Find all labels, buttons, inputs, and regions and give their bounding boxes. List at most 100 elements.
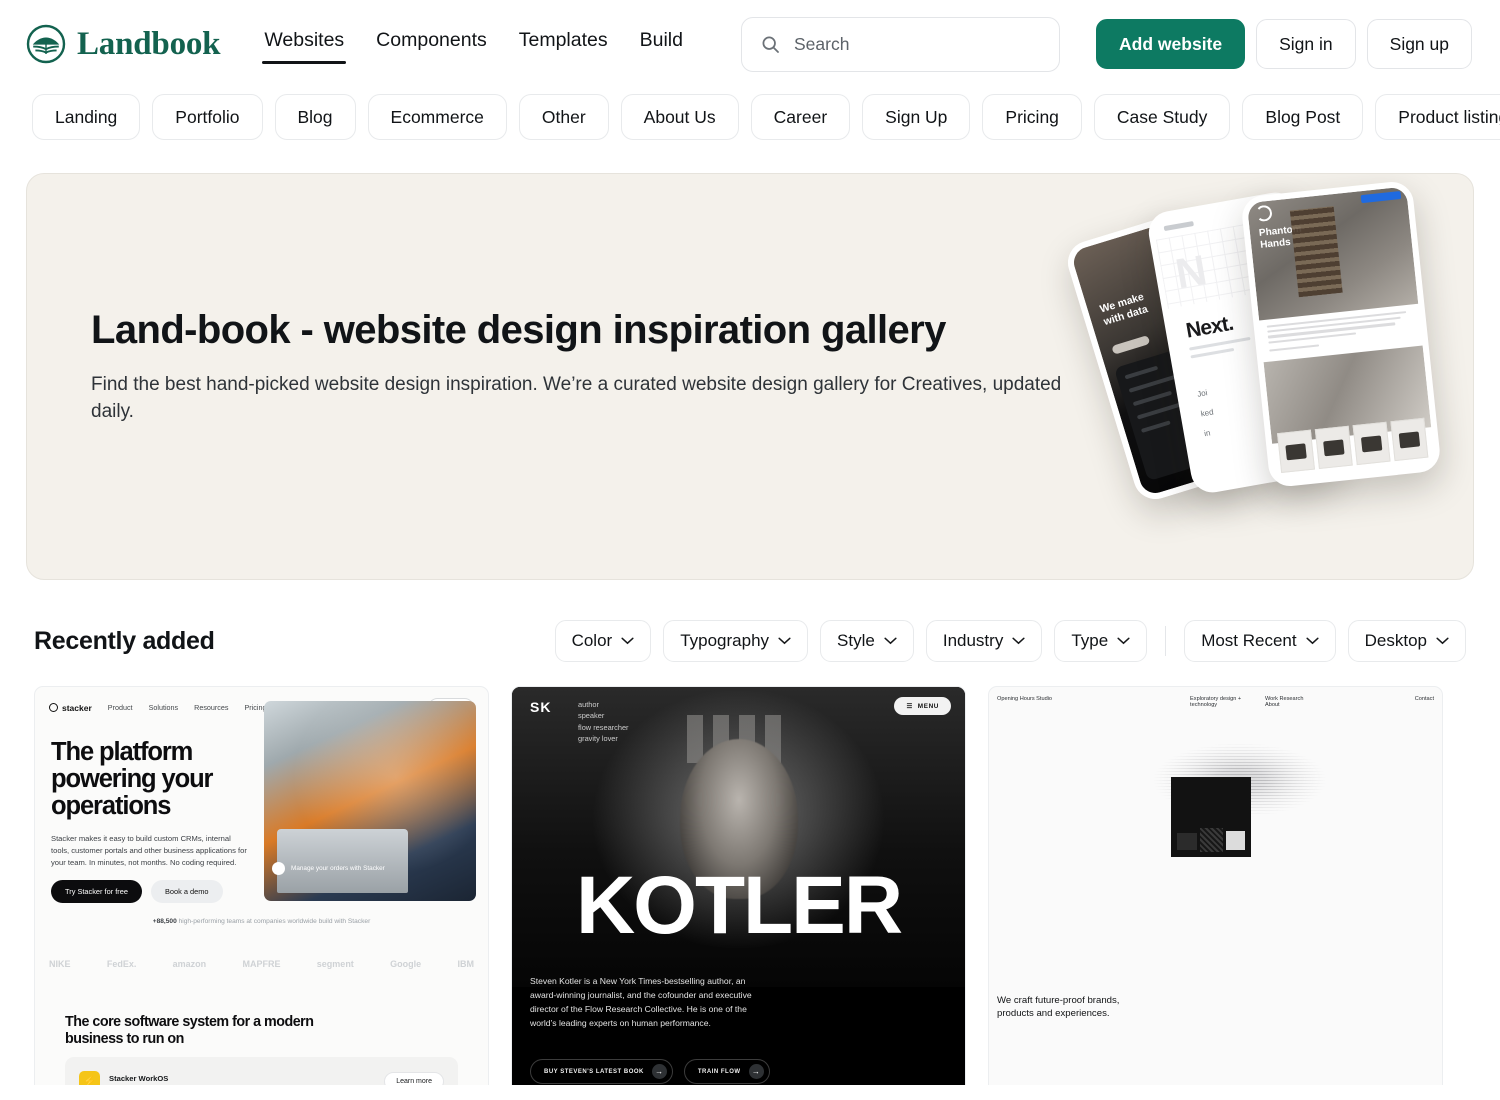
chevron-down-icon (621, 637, 634, 645)
page-title: Land-book - website design inspiration g… (91, 308, 946, 352)
search-input[interactable]: Search (741, 16, 1061, 72)
category-pill-landing[interactable]: Landing (32, 94, 141, 140)
hero-subtitle: Find the best hand-picked website design… (91, 374, 1062, 422)
kotler-logo: SK (530, 699, 552, 715)
stacker-photo-badge-icon (272, 862, 285, 875)
opening-hours-discipline: Exploratory design + technology (1190, 696, 1242, 708)
stacker-nav-product: Product (107, 703, 133, 712)
chevron-down-icon (884, 637, 897, 645)
add-website-button[interactable]: Add website (1096, 19, 1246, 69)
chevron-down-icon (1117, 637, 1130, 645)
gallery-card-opening-hours[interactable]: Opening Hours Studio Exploratory design … (988, 686, 1443, 1085)
viewport-desktop[interactable]: Desktop (1347, 620, 1466, 662)
hero-banner: Land-book - website design inspiration g… (26, 173, 1474, 580)
stacker-client-logos: NIKE FedEx. amazon MAPFRE segment Google… (49, 959, 474, 969)
stacker-cta-group: Try Stacker for free Book a demo (51, 880, 223, 903)
chevron-down-icon (1306, 637, 1319, 645)
stacker-headline: The platform powering your operations (51, 738, 213, 821)
hero-device-mockups: We make with data N Next. Joi ked in Pha… (1062, 179, 1442, 512)
book-circle-logo-icon (26, 24, 66, 64)
nav-item-templates[interactable]: Templates (503, 23, 624, 66)
viewport-desktop-label: Desktop (1364, 631, 1427, 650)
stacker-photo-caption: Manage your orders with Stacker (291, 865, 385, 872)
stacker-stat: +88,500 high-performing teams at compani… (35, 917, 488, 927)
category-pill-career[interactable]: Career (750, 94, 851, 140)
nav-item-components[interactable]: Components (360, 23, 503, 66)
category-pill-pricing[interactable]: Pricing (982, 94, 1082, 140)
sign-up-button[interactable]: Sign up (1366, 19, 1472, 69)
category-pill-case-study[interactable]: Case Study (1093, 94, 1231, 140)
kotler-cta-buy-book: BUY STEVEN'S LATEST BOOK → (530, 1059, 673, 1084)
kotler-menu-label: MENU (917, 702, 939, 710)
filter-type[interactable]: Type (1054, 620, 1148, 662)
client-logo-amazon: amazon (172, 959, 207, 969)
stacker-stat-text: high-performing teams at companies world… (178, 918, 371, 925)
section-header: Recently added Color Typography Style In… (34, 617, 1466, 665)
kotler-title: KOTLER (575, 860, 903, 951)
sign-in-button[interactable]: Sign in (1256, 19, 1356, 69)
category-pill-portfolio[interactable]: Portfolio (152, 94, 263, 140)
chevron-down-icon (778, 637, 791, 645)
filter-color[interactable]: Color (554, 620, 652, 662)
opening-hours-contact: Contact (1414, 696, 1434, 702)
stacker-stat-number: +88,500 (152, 918, 177, 925)
section-title: Recently added (34, 626, 215, 655)
filter-typography[interactable]: Typography (663, 620, 809, 662)
stacker-hero-photo: Manage your orders with Stacker (264, 701, 476, 901)
client-logo-mapfre: MAPFRE (242, 959, 281, 969)
nav-item-websites[interactable]: Websites (248, 23, 360, 66)
filter-style-label: Style (837, 631, 875, 650)
search-placeholder: Search (794, 33, 850, 54)
category-pill-sign-up[interactable]: Sign Up (862, 94, 971, 140)
opening-hours-nav-links: Work Research About (1264, 696, 1304, 708)
stacker-band-cta: Learn more (384, 1071, 444, 1085)
kotler-cta-group: BUY STEVEN'S LATEST BOOK → TRAIN FLOW → (530, 1059, 770, 1084)
client-logo-fedex: FedEx. (106, 959, 137, 969)
category-pill-blog-post[interactable]: Blog Post (1242, 94, 1364, 140)
opening-hours-studio-name: Opening Hours Studio (997, 696, 1053, 702)
hamburger-icon: ☰ (906, 703, 913, 710)
stacker-nav-resources: Resources (194, 703, 229, 712)
category-pill-blog[interactable]: Blog (274, 94, 356, 140)
filter-divider (1165, 626, 1167, 656)
kotler-tagline: author speaker flow researcher gravity l… (578, 700, 629, 744)
opening-hours-site-nav: Opening Hours Studio Exploratory design … (997, 696, 1434, 708)
kotler-menu-button: ☰ MENU (894, 697, 951, 715)
stacker-band-title: Stacker WorkOS (109, 1073, 169, 1083)
gallery-card-stacker[interactable]: stacker Product Solutions Resources Pric… (34, 686, 489, 1085)
sort-most-recent-label: Most Recent (1201, 631, 1297, 650)
opening-hours-dark-frame (1171, 777, 1251, 857)
category-pill-about-us[interactable]: About Us (620, 94, 739, 140)
filter-bar: Color Typography Style Industry Type Mos… (554, 620, 1466, 662)
filter-industry[interactable]: Industry (925, 620, 1043, 662)
category-pill-bar[interactable]: Landing Portfolio Blog Ecommerce Other A… (0, 88, 1500, 146)
site-header: Landbook Websites Components Templates B… (0, 0, 1500, 88)
kotler-cta-train-flow-label: TRAIN FLOW (697, 1068, 741, 1075)
landbook-page: Landbook Websites Components Templates B… (0, 0, 1500, 1100)
mockup-device-phantom-hands: Phantom Hands (1240, 179, 1442, 489)
filter-typography-label: Typography (680, 631, 770, 650)
stacker-cta-primary: Try Stacker for free (51, 880, 142, 903)
brand-logo[interactable]: Landbook (26, 24, 221, 64)
stacker-logo: stacker (49, 703, 92, 713)
gallery-card-kotler[interactable]: SK author speaker flow researcher gravit… (511, 686, 966, 1085)
nav-item-build[interactable]: Build (624, 23, 699, 66)
client-logo-segment: segment (316, 959, 354, 969)
category-pill-other[interactable]: Other (518, 94, 609, 140)
stacker-paragraph: Stacker makes it easy to build custom CR… (51, 834, 247, 867)
category-pill-ecommerce[interactable]: Ecommerce (367, 94, 507, 140)
client-logo-google: Google (390, 959, 422, 969)
stacker-workos-band: ⚡ Stacker WorkOS A complete platform to … (65, 1057, 458, 1085)
filter-style[interactable]: Style (820, 620, 914, 662)
filter-color-label: Color (571, 631, 613, 650)
search-icon (762, 36, 779, 53)
arrow-right-icon: → (651, 1064, 667, 1079)
opening-hours-statement: We craft future-proof brands, products a… (997, 995, 1120, 1020)
stacker-logo-icon (49, 703, 58, 712)
kotler-cta-train-flow: TRAIN FLOW → (683, 1059, 770, 1084)
sort-most-recent[interactable]: Most Recent (1184, 620, 1336, 662)
stacker-logo-text: stacker (62, 702, 92, 713)
header-actions: Add website Sign in Sign up (1096, 19, 1472, 69)
category-pill-product-listing[interactable]: Product listing (1375, 94, 1500, 140)
filter-type-label: Type (1071, 631, 1109, 650)
